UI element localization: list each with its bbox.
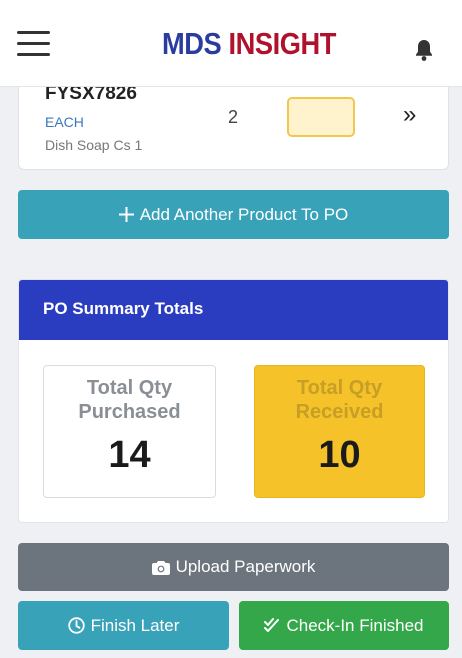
finish-later-label: Finish Later [90,615,180,635]
double-chevron-right-icon[interactable]: » [403,103,416,127]
upload-paperwork-label: Upload Paperwork [175,557,316,576]
app-logo: MDS INSIGHT [162,27,336,61]
product-description: Dish Soap Cs 1 [45,137,143,153]
upload-paperwork-button[interactable]: Upload Paperwork [18,543,449,591]
total-qty-purchased-tile: Total Qty Purchased 14 [43,365,216,498]
check-in-finished-button[interactable]: Check-In Finished [239,601,449,650]
add-product-button[interactable]: Add Another Product To PO [18,190,449,239]
total-qty-received-value: 10 [318,434,361,476]
hamburger-menu-icon[interactable] [17,31,50,57]
camera-icon [151,560,170,575]
app-header: MDS INSIGHT [0,0,462,87]
check-in-finished-label: Check-In Finished [286,615,424,635]
double-check-icon [264,618,280,633]
po-summary-card: PO Summary Totals Total Qty Purchased 14… [18,279,449,523]
bell-icon[interactable] [413,38,435,62]
logo-text-insight: INSIGHT [228,26,337,61]
qty-received-input[interactable] [287,97,355,137]
total-qty-received-tile: Total Qty Received 10 [254,365,425,498]
total-qty-purchased-label: Total Qty Purchased [78,377,181,423]
add-product-label: Add Another Product To PO [139,204,349,224]
po-summary-title: PO Summary Totals [19,280,448,340]
total-qty-purchased-value: 14 [108,434,151,476]
clock-icon [67,617,85,634]
total-qty-received-label: Total Qty Received [295,377,384,423]
product-uom: EACH [45,114,84,130]
logo-text-mds: MDS [162,26,222,61]
plus-icon [118,207,134,222]
finish-later-button[interactable]: Finish Later [18,601,229,650]
qty-ordered: 2 [228,107,239,127]
product-line-card: FYSX7826 EACH Dish Soap Cs 1 2 » [18,80,449,170]
